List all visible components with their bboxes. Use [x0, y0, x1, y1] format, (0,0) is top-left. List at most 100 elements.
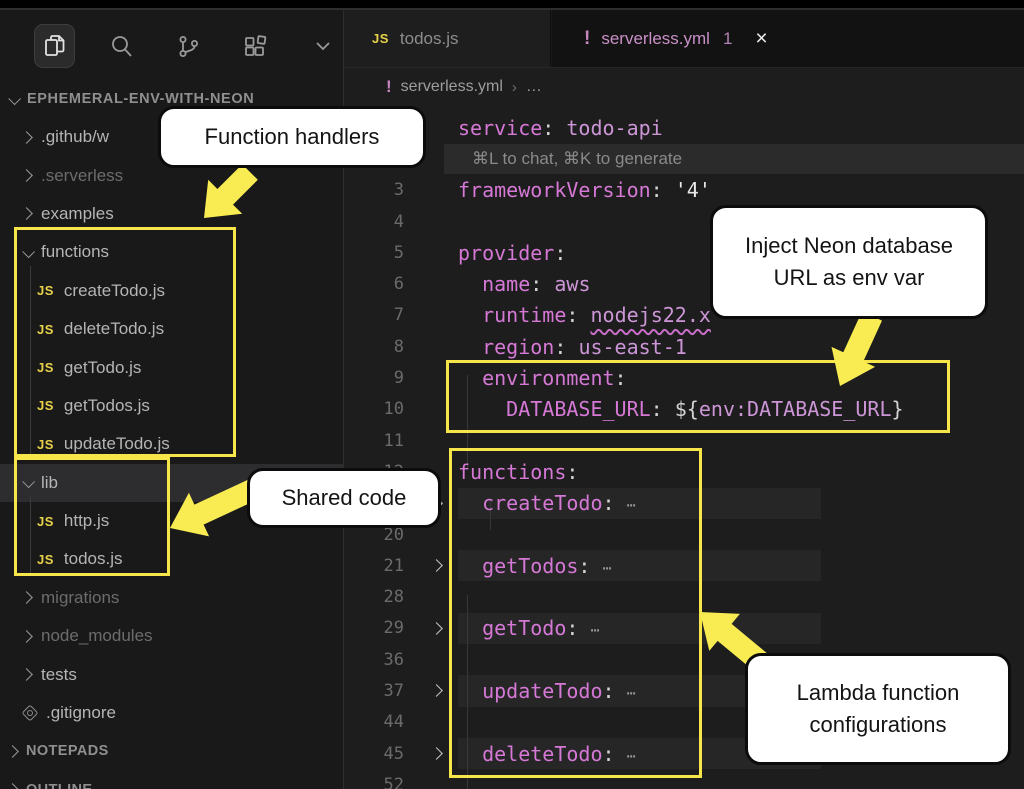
callout-lambda-config: Lambda functionconfigurations [745, 653, 1011, 765]
tree-item-outline[interactable]: OUTLINE [0, 771, 343, 789]
line-number: 4 [344, 212, 414, 232]
code-line-12[interactable]: 12functions: [344, 456, 1024, 487]
tree-item-gettodo-js[interactable]: JS getTodo.js [0, 348, 343, 386]
code-text: DATABASE_URL: ${env:DATABASE_URL} [458, 397, 904, 421]
js-file-icon: JS [37, 398, 54, 413]
js-file-icon: JS [37, 360, 54, 375]
callout-text: Inject Neon database [745, 230, 953, 262]
line-number: 44 [344, 712, 414, 732]
line-number: 10 [344, 399, 414, 419]
callout-function-handlers: Function handlers [158, 106, 426, 168]
code-line-21[interactable]: 21 getTodos: ⋯ [344, 550, 1024, 581]
tree-item-label: .serverless [41, 166, 123, 186]
tree-item-updatetodo-js[interactable]: JSupdateTodo.js [0, 425, 343, 463]
explorer-icon[interactable] [34, 24, 75, 68]
tree-item-notepads[interactable]: NOTEPADS [0, 732, 343, 770]
code-line-9[interactable]: 9 environment: [344, 362, 1024, 393]
code-line-1[interactable]: 1service: todo-api [344, 112, 1024, 143]
code-line-52[interactable]: 52 [344, 769, 1024, 789]
tree-item-gettodos-js[interactable]: JSgetTodos.js [0, 387, 343, 425]
workspace-label: EPHEMERAL-ENV-WITH-NEON [27, 91, 254, 107]
yaml-warning-icon: ! [386, 77, 392, 97]
gutter-fold-column [414, 686, 458, 695]
tab-badge: 1 [723, 29, 732, 49]
chevron-right-icon [20, 131, 33, 144]
tree-item-label: updateTodo.js [64, 434, 170, 454]
chevron-down-icon [22, 245, 35, 258]
chevron-right-icon [20, 169, 33, 182]
chevron-right-icon [6, 783, 19, 789]
line-number: 52 [344, 775, 414, 789]
fold-chevron-icon[interactable] [430, 747, 443, 760]
tree-item-node-modules[interactable]: node_modules [0, 617, 343, 655]
code-line-8[interactable]: 8 region: us-east-1 [344, 331, 1024, 362]
code-text: deleteTodo: ⋯ [458, 742, 637, 766]
tree-item-migrations[interactable]: migrations [0, 579, 343, 617]
line-number: 36 [344, 650, 414, 670]
code-text: updateTodo: ⋯ [458, 679, 637, 703]
file-tree: .github/w.serverlessexamplesfunctionsJSc… [0, 118, 343, 789]
tab-label: todos.js [400, 29, 459, 49]
breadcrumb-separator: › [512, 79, 517, 96]
line-number: 37 [344, 681, 414, 701]
breadcrumb-more[interactable]: … [526, 78, 542, 96]
tree-item-label: http.js [64, 511, 109, 531]
js-file-icon: JS [37, 514, 54, 529]
tree-item-functions[interactable]: functions [0, 233, 343, 271]
more-views-icon[interactable] [302, 24, 343, 68]
tree-item-deletetodo-js[interactable]: JSdeleteTodo.js [0, 310, 343, 348]
tree-item-tests[interactable]: tests [0, 655, 343, 693]
tab-todos-js[interactable]: JS todos.js [344, 10, 551, 67]
code-line-13[interactable]: 13 createTodo: ⋯ [344, 488, 1024, 519]
breadcrumb-file[interactable]: serverless.yml [401, 78, 503, 96]
code-line-10[interactable]: 10 DATABASE_URL: ${env:DATABASE_URL} [344, 394, 1024, 425]
line-number: 45 [344, 744, 414, 764]
code-line-2[interactable]: 2⌘L to chat, ⌘K to generate [344, 143, 1024, 174]
line-number: 8 [344, 337, 414, 357]
js-file-icon: JS [372, 31, 389, 46]
tree-indent-guide [30, 266, 31, 458]
code-text: functions: [458, 460, 578, 484]
close-icon[interactable]: × [755, 27, 767, 51]
git-icon [22, 705, 39, 722]
chevron-right-icon [6, 745, 19, 758]
code-line-3[interactable]: 3frameworkVersion: '4' [344, 175, 1024, 206]
fold-chevron-icon[interactable] [430, 685, 443, 698]
code-line-11[interactable]: 11 [344, 425, 1024, 456]
window-title-strip [0, 0, 1024, 10]
search-icon[interactable] [101, 24, 142, 68]
ai-hint-text: ⌘L to chat, ⌘K to generate [472, 149, 682, 169]
tree-item-createtodo-js[interactable]: JScreateTodo.js [0, 272, 343, 310]
chevron-right-icon [20, 630, 33, 643]
breadcrumb[interactable]: ! serverless.yml › … [344, 68, 1024, 106]
code-line-28[interactable]: 28 [344, 581, 1024, 612]
files-icon [42, 33, 68, 59]
tree-item-examples[interactable]: examples [0, 195, 343, 233]
fold-chevron-icon[interactable] [430, 622, 443, 635]
tree-item-label: getTodo.js [64, 358, 142, 378]
code-text: provider: [458, 241, 566, 265]
callout-text: Shared code [282, 482, 407, 514]
tree-item-todos-js[interactable]: JStodos.js [0, 540, 343, 578]
line-number: 9 [344, 368, 414, 388]
tab-label: serverless.yml [601, 29, 710, 49]
source-control-icon[interactable] [168, 24, 209, 68]
tree-item-label: createTodo.js [64, 281, 165, 301]
tree-indent-guide [30, 496, 31, 573]
tab-serverless-yml[interactable]: ! serverless.yml 1 × [552, 10, 1024, 67]
code-line-29[interactable]: 29 getTodo: ⋯ [344, 613, 1024, 644]
extensions-icon[interactable] [235, 24, 276, 68]
activity-bar [0, 18, 343, 74]
js-file-icon: JS [37, 552, 54, 567]
line-number: 5 [344, 243, 414, 263]
code-text: name: aws [458, 272, 590, 296]
code-text: getTodo: ⋯ [458, 616, 601, 640]
fold-chevron-icon[interactable] [430, 559, 443, 572]
code-text: frameworkVersion: '4' [458, 178, 711, 202]
tree-item--gitignore[interactable]: .gitignore [0, 694, 343, 732]
callout-text: URL as env var [774, 262, 925, 294]
line-number: 7 [344, 305, 414, 325]
gutter-fold-column [414, 749, 458, 758]
line-number: 6 [344, 274, 414, 294]
code-line-20[interactable]: 20 [344, 519, 1024, 550]
